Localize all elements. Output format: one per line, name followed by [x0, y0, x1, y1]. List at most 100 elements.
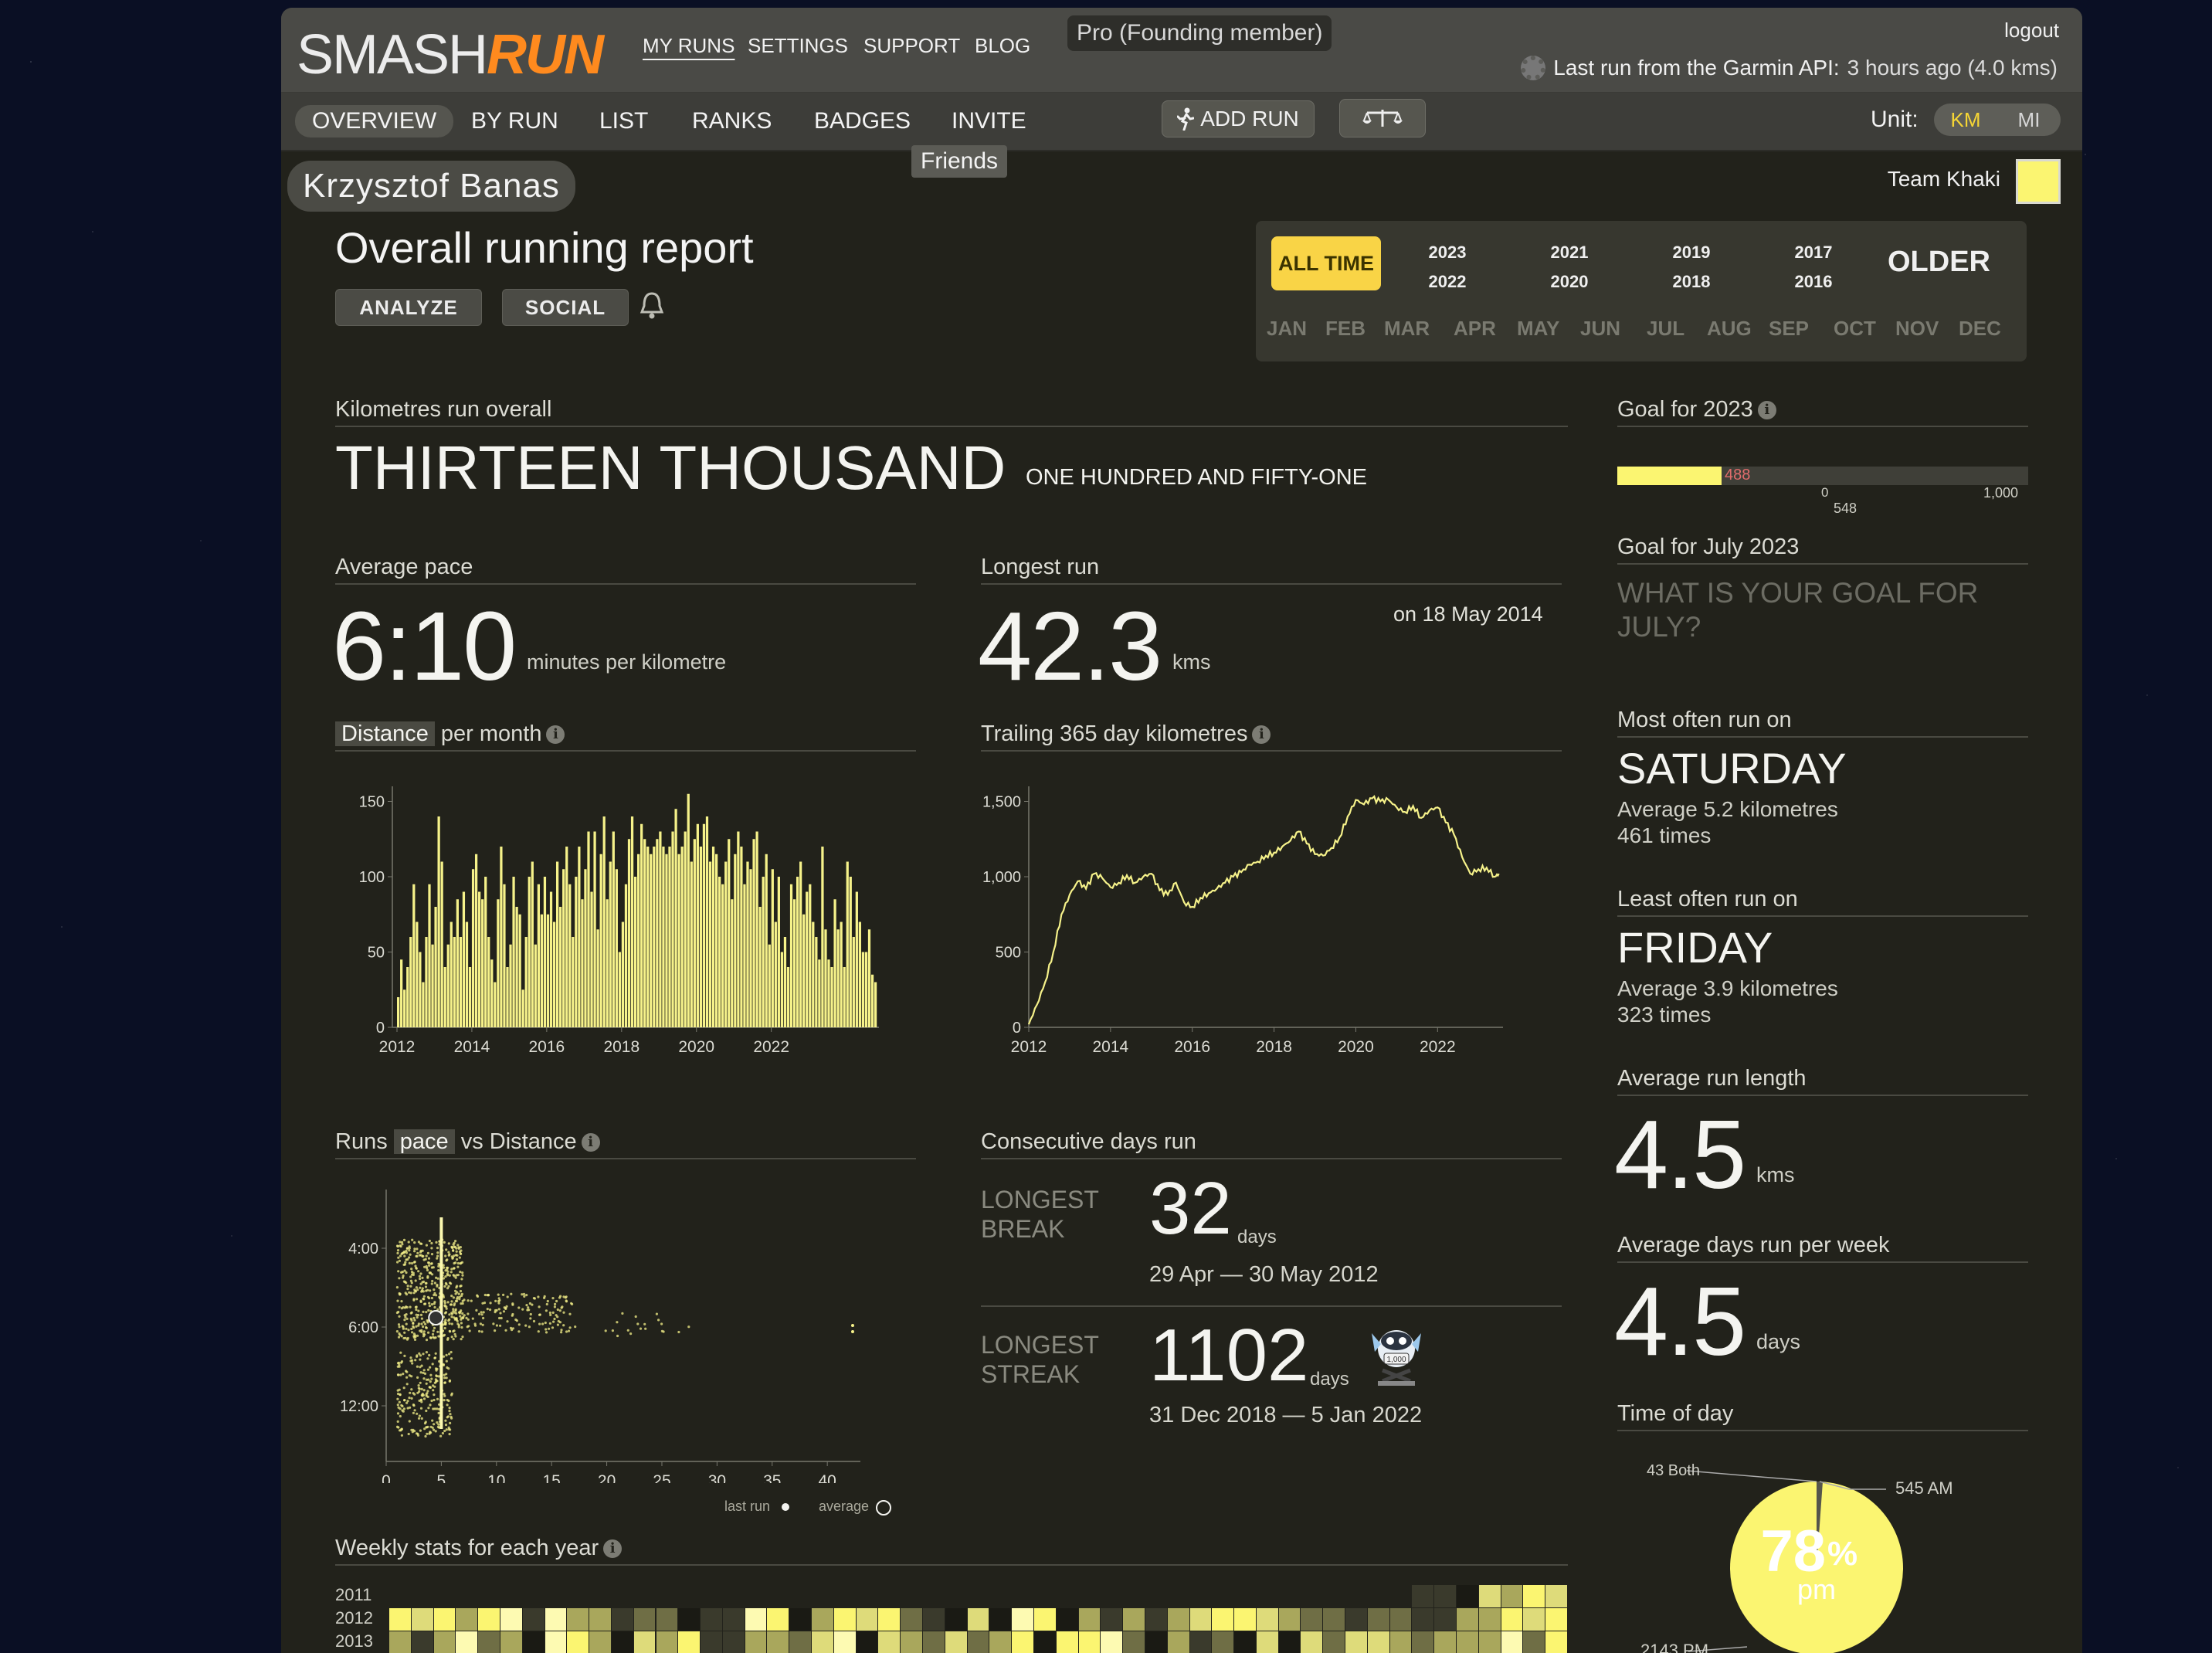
week-cell[interactable] — [1101, 1631, 1123, 1653]
week-cell[interactable] — [1101, 1608, 1123, 1631]
year-2016[interactable]: 2016 — [1783, 272, 1844, 292]
user-name[interactable]: Krzysztof Banas — [287, 161, 575, 212]
logout-link[interactable]: logout — [2004, 19, 2059, 42]
month-oct[interactable]: OCT — [1834, 317, 1876, 341]
week-cell[interactable] — [1434, 1608, 1457, 1631]
week-cell[interactable] — [1056, 1631, 1078, 1653]
info-icon[interactable]: i — [581, 1133, 600, 1152]
week-cell[interactable] — [1012, 1608, 1033, 1631]
week-cell[interactable] — [1412, 1631, 1434, 1653]
tab-invite[interactable]: INVITE — [952, 108, 1026, 134]
social-button[interactable]: SOCIAL — [502, 289, 629, 326]
month-dec[interactable]: DEC — [1959, 317, 2001, 341]
year-2020[interactable]: 2020 — [1539, 272, 1600, 292]
week-cell[interactable] — [1478, 1608, 1501, 1631]
smashrun-logo[interactable]: SMASHRUN — [297, 23, 604, 87]
week-cell[interactable] — [1501, 1585, 1523, 1607]
week-cell[interactable] — [522, 1631, 545, 1653]
week-cell[interactable] — [967, 1608, 989, 1631]
older-button[interactable]: OLDER — [1888, 246, 1990, 279]
week-cell[interactable] — [1145, 1631, 1167, 1653]
month-jun[interactable]: JUN — [1580, 317, 1620, 341]
bell-icon[interactable] — [638, 290, 666, 321]
week-cell[interactable] — [789, 1631, 812, 1653]
unit-km-option[interactable]: KM — [1934, 108, 1997, 132]
week-cell[interactable] — [1189, 1608, 1212, 1631]
week-cell[interactable] — [1501, 1631, 1523, 1653]
nav-blog[interactable]: BLOG — [975, 34, 1030, 58]
info-icon[interactable]: i — [1757, 401, 1776, 420]
week-cell[interactable] — [923, 1608, 945, 1631]
week-cell[interactable] — [1033, 1608, 1056, 1631]
gear-icon[interactable] — [1521, 56, 1546, 80]
week-cell[interactable] — [1412, 1585, 1434, 1607]
week-cell[interactable] — [656, 1608, 678, 1631]
week-cell[interactable] — [1323, 1631, 1345, 1653]
week-cell[interactable] — [500, 1631, 522, 1653]
week-cell[interactable] — [833, 1608, 856, 1631]
week-cell[interactable] — [1256, 1608, 1278, 1631]
week-cell[interactable] — [1545, 1585, 1567, 1607]
week-cell[interactable] — [722, 1608, 745, 1631]
week-cell[interactable] — [1212, 1608, 1234, 1631]
week-cell[interactable] — [701, 1631, 722, 1653]
tab-ranks[interactable]: RANKS — [692, 108, 772, 134]
week-cell[interactable] — [1545, 1631, 1567, 1653]
streak-badge-icon[interactable]: 1,000 — [1356, 1318, 1437, 1389]
week-cell[interactable] — [989, 1631, 1012, 1653]
week-cell[interactable] — [945, 1608, 967, 1631]
unit-mi-option[interactable]: MI — [1997, 108, 2061, 132]
month-apr[interactable]: APR — [1454, 317, 1496, 341]
week-cell[interactable] — [1389, 1608, 1412, 1631]
month-jul[interactable]: JUL — [1647, 317, 1684, 341]
week-cell[interactable] — [567, 1608, 589, 1631]
week-cell[interactable] — [433, 1608, 456, 1631]
week-cell[interactable] — [878, 1608, 901, 1631]
month-jan[interactable]: JAN — [1267, 317, 1307, 341]
week-cell[interactable] — [1457, 1631, 1478, 1653]
week-cell[interactable] — [611, 1608, 633, 1631]
month-feb[interactable]: FEB — [1325, 317, 1366, 341]
week-cell[interactable] — [945, 1631, 967, 1653]
week-cell[interactable] — [745, 1631, 767, 1653]
week-cell[interactable] — [589, 1608, 611, 1631]
tab-by-run[interactable]: BY RUN — [471, 108, 558, 134]
week-cell[interactable] — [633, 1631, 656, 1653]
week-cell[interactable] — [522, 1608, 545, 1631]
week-cell[interactable] — [411, 1631, 433, 1653]
all-time-button[interactable]: ALL TIME — [1271, 236, 1381, 290]
nav-my-runs[interactable]: MY RUNS — [643, 34, 735, 58]
month-aug[interactable]: AUG — [1707, 317, 1752, 341]
distance-metric-select[interactable]: Distance — [335, 721, 435, 746]
week-cell[interactable] — [789, 1608, 812, 1631]
week-cell[interactable] — [1345, 1631, 1367, 1653]
week-cell[interactable] — [545, 1608, 567, 1631]
week-cell[interactable] — [1056, 1608, 1078, 1631]
week-cell[interactable] — [812, 1608, 833, 1631]
year-2022[interactable]: 2022 — [1416, 272, 1478, 292]
week-cell[interactable] — [1478, 1585, 1501, 1607]
week-cell[interactable] — [478, 1608, 500, 1631]
week-cell[interactable] — [1078, 1631, 1101, 1653]
week-cell[interactable] — [1212, 1631, 1234, 1653]
unit-toggle[interactable]: KM MI — [1934, 104, 2061, 136]
week-cell[interactable] — [901, 1631, 922, 1653]
tab-list[interactable]: LIST — [599, 108, 648, 134]
week-cell[interactable] — [1545, 1608, 1567, 1631]
week-cell[interactable] — [389, 1631, 411, 1653]
info-icon[interactable]: i — [603, 1539, 623, 1559]
year-2018[interactable]: 2018 — [1661, 272, 1722, 292]
week-cell[interactable] — [1167, 1631, 1189, 1653]
compare-button[interactable] — [1339, 99, 1426, 137]
week-cell[interactable] — [812, 1631, 833, 1653]
tab-badges[interactable]: BADGES — [814, 108, 911, 134]
week-cell[interactable] — [1012, 1631, 1033, 1653]
nav-support[interactable]: SUPPORT — [863, 34, 960, 58]
week-cell[interactable] — [878, 1631, 901, 1653]
week-cell[interactable] — [411, 1608, 433, 1631]
week-cell[interactable] — [1367, 1608, 1389, 1631]
week-cell[interactable] — [1123, 1631, 1145, 1653]
week-cell[interactable] — [1345, 1608, 1367, 1631]
week-cell[interactable] — [989, 1608, 1012, 1631]
week-cell[interactable] — [1167, 1608, 1189, 1631]
